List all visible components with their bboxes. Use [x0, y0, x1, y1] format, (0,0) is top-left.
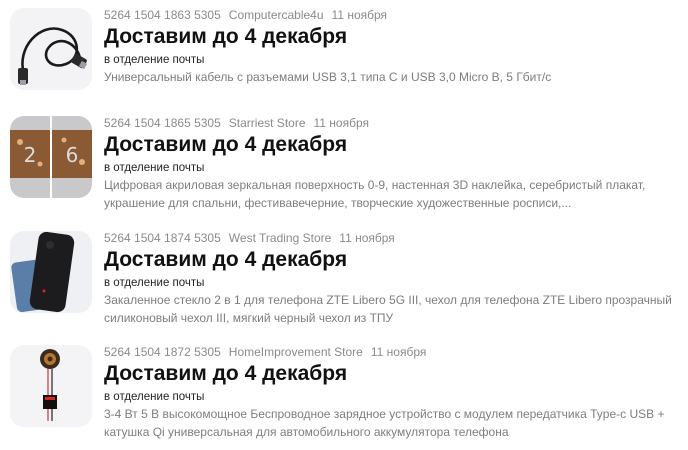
order-item[interactable]: 5264 1504 1872 5305 HomeImprovement Store…: [0, 345, 688, 445]
svg-text:6: 6: [66, 143, 79, 167]
delivery-headline: Доставим до 4 декабря: [104, 362, 348, 385]
delivery-method: в отделение почты: [104, 277, 205, 289]
store-name[interactable]: Computercable4u: [229, 8, 324, 22]
order-number: 5264 1504 1874 5305: [104, 231, 221, 245]
mirror-digit-sticker-icon[interactable]: 2 6: [10, 116, 92, 198]
order-date: 11 ноября: [331, 8, 388, 22]
order-info: 5264 1504 1865 5305 Starriest Store 11 ноя…: [104, 116, 684, 212]
order-number: 5264 1504 1872 5305: [104, 345, 221, 359]
product-description[interactable]: Закаленное стекло 2 в 1 для телефона ZTE…: [104, 291, 676, 327]
usb-cable-icon[interactable]: [10, 8, 92, 90]
delivery-method: в отделение почты: [104, 54, 205, 66]
wireless-charger-coil-icon[interactable]: [10, 345, 92, 427]
store-name[interactable]: Starriest Store: [229, 116, 306, 130]
delivery-headline: Доставим до 4 декабря: [104, 25, 348, 48]
svg-text:2: 2: [24, 143, 37, 167]
order-item[interactable]: 5264 1504 1874 5305 West Trading Store 11 …: [0, 231, 688, 331]
order-info: 5264 1504 1863 5305 Computercable4u 11 ноя…: [104, 8, 684, 86]
phone-case-icon[interactable]: [10, 231, 92, 313]
order-info: 5264 1504 1872 5305 HomeImprovement Store…: [104, 345, 684, 441]
order-date: 11 ноября: [339, 231, 395, 245]
product-description[interactable]: 3-4 Вт 5 В высокомощное Беспроводное зар…: [104, 405, 676, 441]
delivery-headline: Доставим до 4 декабря: [104, 248, 348, 271]
order-meta: 5264 1504 1863 5305 Computercable4u 11 ноя…: [104, 8, 684, 22]
order-number: 5264 1504 1865 5305: [104, 116, 221, 130]
store-name[interactable]: HomeImprovement Store: [229, 345, 363, 359]
order-item[interactable]: 5264 1504 1863 5305 Computercable4u 11 ноя…: [0, 8, 688, 98]
store-name[interactable]: West Trading Store: [229, 231, 332, 245]
delivery-method: в отделение почты: [104, 162, 205, 174]
order-item[interactable]: 2 6 5264 1504 1865 5305 Starriest Store 11…: [0, 116, 688, 216]
product-description[interactable]: Цифровая акриловая зеркальная поверхност…: [104, 176, 676, 212]
product-description[interactable]: Универсальный кабель с разъемами USB 3,1…: [104, 68, 676, 86]
order-meta: 5264 1504 1872 5305 HomeImprovement Store…: [104, 345, 684, 359]
delivery-headline: Доставим до 4 декабря: [104, 133, 348, 156]
delivery-method: в отделение почты: [104, 391, 205, 403]
order-info: 5264 1504 1874 5305 West Trading Store 11 …: [104, 231, 684, 327]
order-date: 11 ноября: [370, 345, 427, 359]
order-meta: 5264 1504 1865 5305 Starriest Store 11 ноя…: [104, 116, 684, 130]
order-meta: 5264 1504 1874 5305 West Trading Store 11 …: [104, 231, 684, 245]
order-date: 11 ноября: [313, 116, 370, 130]
order-number: 5264 1504 1863 5305: [104, 8, 221, 22]
